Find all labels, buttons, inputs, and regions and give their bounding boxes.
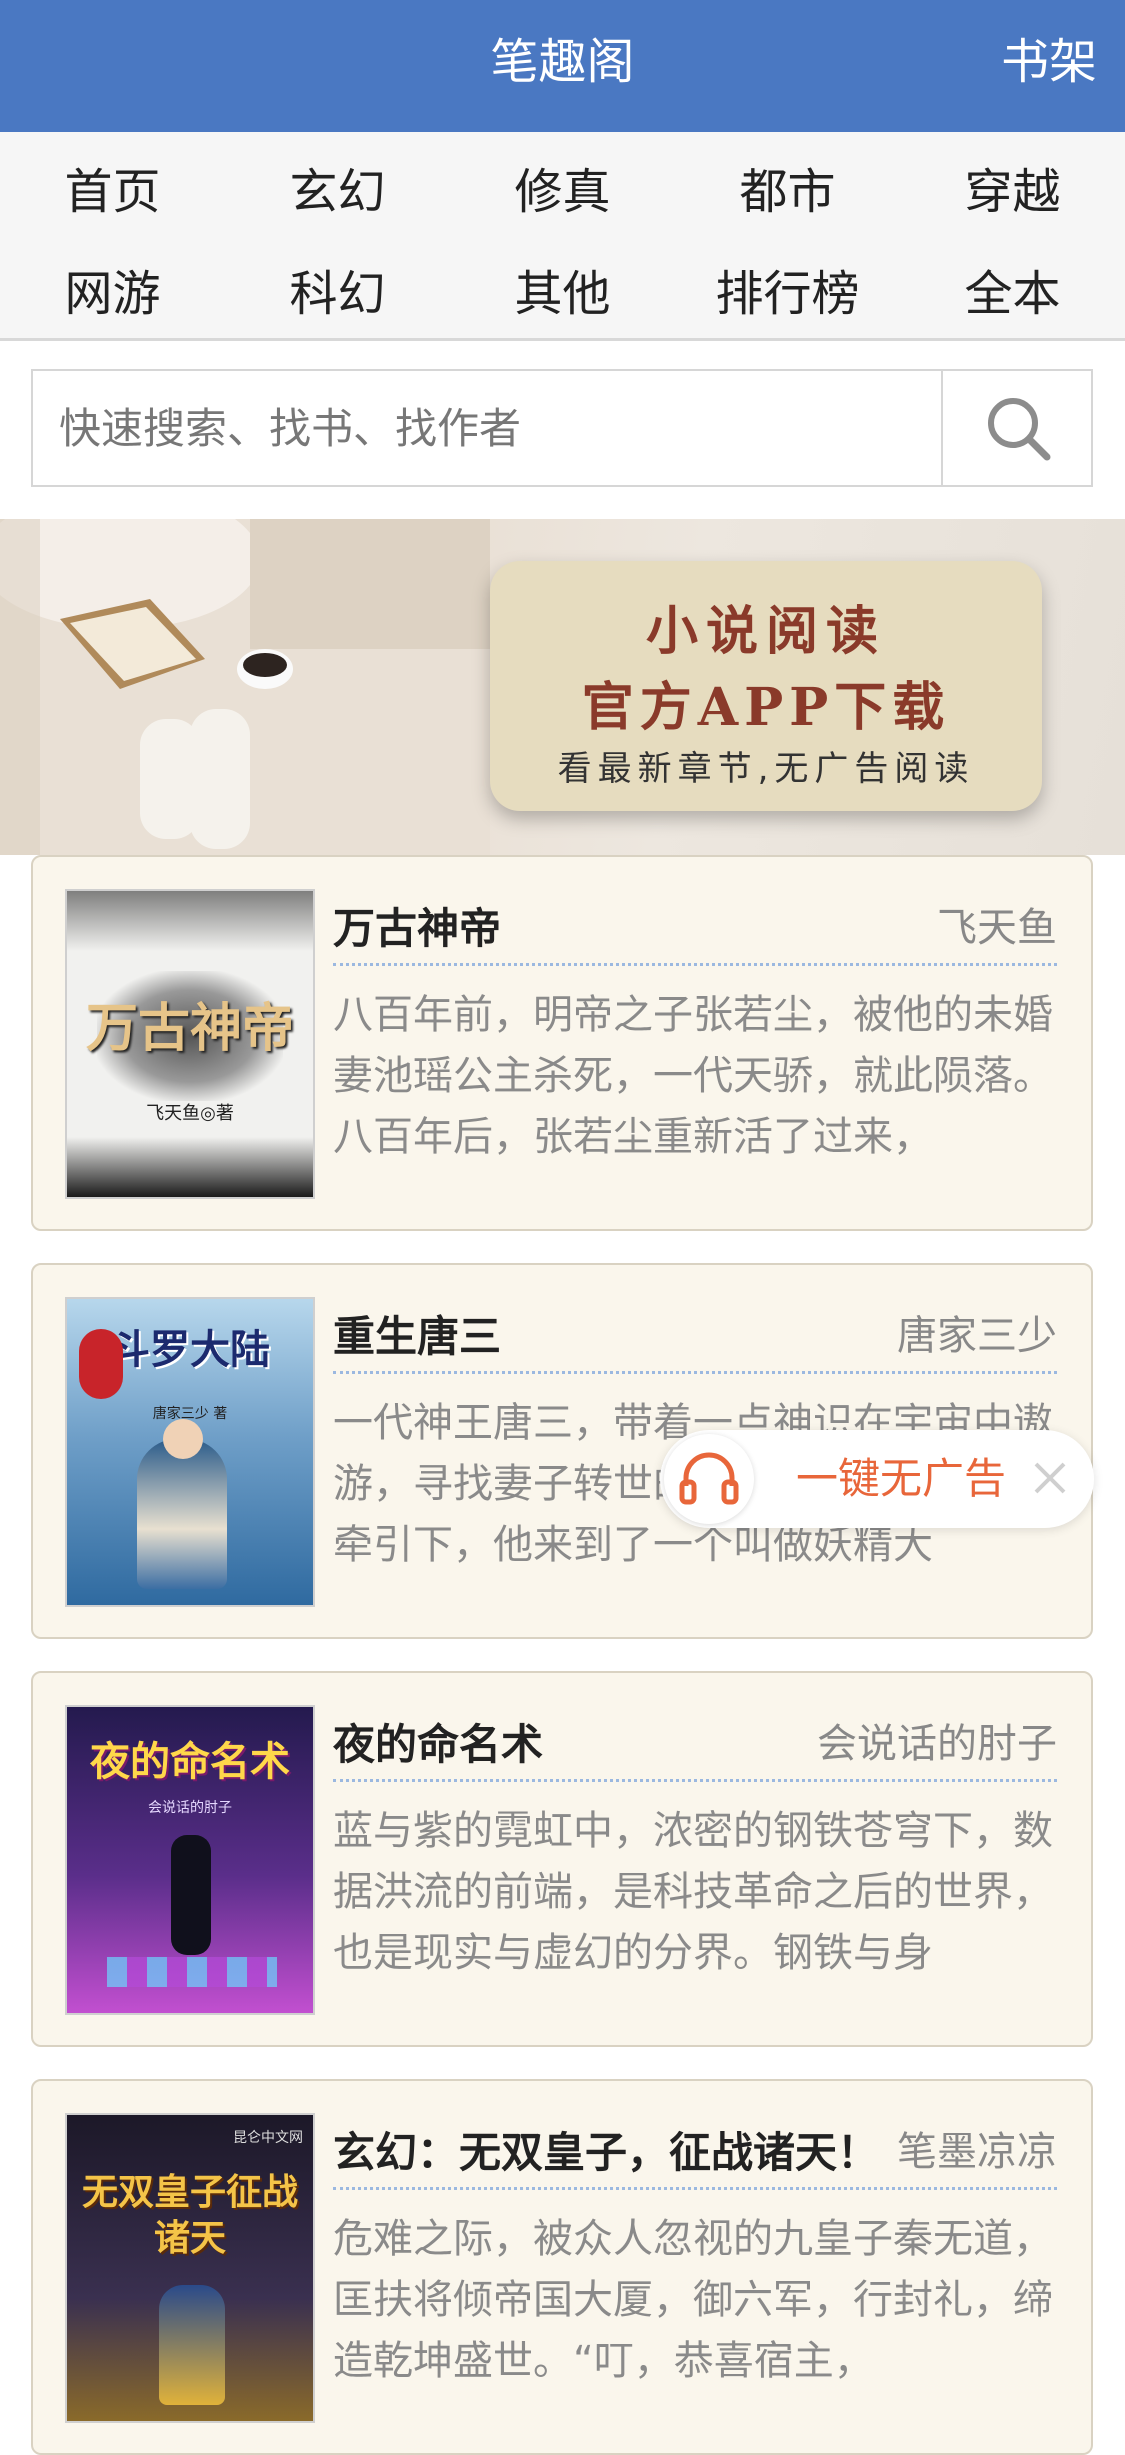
- search-box: [31, 369, 1093, 487]
- ad-free-float-button[interactable]: 一键无广告: [660, 1430, 1094, 1528]
- nav-item-dushi[interactable]: 都市: [675, 152, 900, 222]
- bookshelf-link[interactable]: 书架: [1001, 0, 1097, 132]
- book-description: 八百年前，明帝之子张若尘，被他的未婚妻池瑶公主杀死，一代天骄，就此陨落。八百年后…: [333, 992, 1053, 1160]
- book-title[interactable]: 重生唐三: [333, 1303, 501, 1364]
- book-title[interactable]: 玄幻：无双皇子，征战诸天！: [333, 2119, 879, 2180]
- nav-item-kehuan[interactable]: 科幻: [225, 254, 450, 324]
- book-author[interactable]: 笔墨凉凉: [897, 2119, 1057, 2177]
- banner-line-1: 小说阅读: [645, 601, 886, 662]
- book-title[interactable]: 万古神帝: [333, 895, 501, 956]
- divider: [333, 963, 1057, 966]
- cover-author: 会说话的肘子: [148, 1800, 232, 1816]
- book-title[interactable]: 夜的命名术: [333, 1711, 543, 1772]
- divider: [333, 1779, 1057, 1782]
- cover-title: 夜的命名术: [90, 1738, 290, 1785]
- divider: [333, 1371, 1057, 1374]
- book-description: 蓝与紫的霓虹中，浓密的钢铁苍穹下，数据洪流的前端，是科技革命之后的世界，也是现实…: [333, 1808, 1053, 1976]
- banner-line-3: 看最新章节,无广告阅读: [557, 749, 975, 789]
- nav-item-xiuzhen[interactable]: 修真: [450, 152, 675, 222]
- cover-author: 昆仑中文网: [233, 2130, 303, 2146]
- book-author[interactable]: 会说话的肘子: [817, 1711, 1057, 1769]
- search-button[interactable]: [941, 371, 1091, 485]
- banner-card: 小说阅读 官方APP下载 看最新章节,无广告阅读: [490, 561, 1042, 811]
- book-cover[interactable]: 昆仑中文网 无双皇子征战诸天: [65, 2113, 315, 2423]
- category-nav: 首页 玄幻 修真 都市 穿越 网游 科幻 其他 排行榜 全本: [0, 132, 1125, 341]
- nav-item-ranking[interactable]: 排行榜: [675, 254, 900, 324]
- ad-free-label[interactable]: 一键无广告: [796, 1430, 1006, 1528]
- headphones-icon: [664, 1434, 754, 1524]
- nav-item-home[interactable]: 首页: [0, 152, 225, 222]
- book-description: 危难之际，被众人忽视的九皇子秦无道，匡扶将倾帝国大厦，御六军，行封礼，缔造乾坤盛…: [333, 2216, 1053, 2384]
- nav-item-chuanyue[interactable]: 穿越: [900, 152, 1125, 222]
- search-icon: [988, 398, 1051, 461]
- cover-title: 无双皇子征战诸天: [81, 2171, 298, 2259]
- book-cover[interactable]: 夜的命名术 会说话的肘子: [65, 1705, 315, 2015]
- book-card[interactable]: 昆仑中文网 无双皇子征战诸天 玄幻：无双皇子，征战诸天！ 笔墨凉凉 危难之际，被…: [31, 2079, 1093, 2455]
- banner-line-2: 官方APP下载: [581, 677, 951, 738]
- top-bar: 笔趣阁 书架: [0, 0, 1125, 132]
- book-cover[interactable]: 斗罗大陆 唐家三少 著: [65, 1297, 315, 1607]
- book-author[interactable]: 唐家三少: [897, 1303, 1057, 1361]
- close-icon[interactable]: [1028, 1456, 1072, 1500]
- book-cover[interactable]: 万古神帝 飞天鱼◎著: [65, 889, 315, 1199]
- banner-illustration: [0, 519, 490, 855]
- cover-title: 万古神帝: [85, 998, 294, 1059]
- book-card[interactable]: 夜的命名术 会说话的肘子 夜的命名术 会说话的肘子 蓝与紫的霓虹中，浓密的钢铁苍…: [31, 1671, 1093, 2047]
- divider: [333, 2187, 1057, 2190]
- site-title: 笔趣阁: [490, 34, 635, 90]
- cover-author: 飞天鱼◎著: [146, 1103, 234, 1124]
- search-input[interactable]: [33, 371, 945, 485]
- nav-item-complete[interactable]: 全本: [900, 254, 1125, 324]
- book-author[interactable]: 飞天鱼: [937, 895, 1057, 953]
- book-card[interactable]: 万古神帝 飞天鱼◎著 万古神帝 飞天鱼 八百年前，明帝之子张若尘，被他的未婚妻池…: [31, 855, 1093, 1231]
- nav-item-xuanhuan[interactable]: 玄幻: [225, 152, 450, 222]
- app-download-banner[interactable]: 小说阅读 官方APP下载 看最新章节,无广告阅读: [0, 519, 1125, 855]
- nav-item-other[interactable]: 其他: [450, 254, 675, 324]
- nav-item-wangyou[interactable]: 网游: [0, 254, 225, 324]
